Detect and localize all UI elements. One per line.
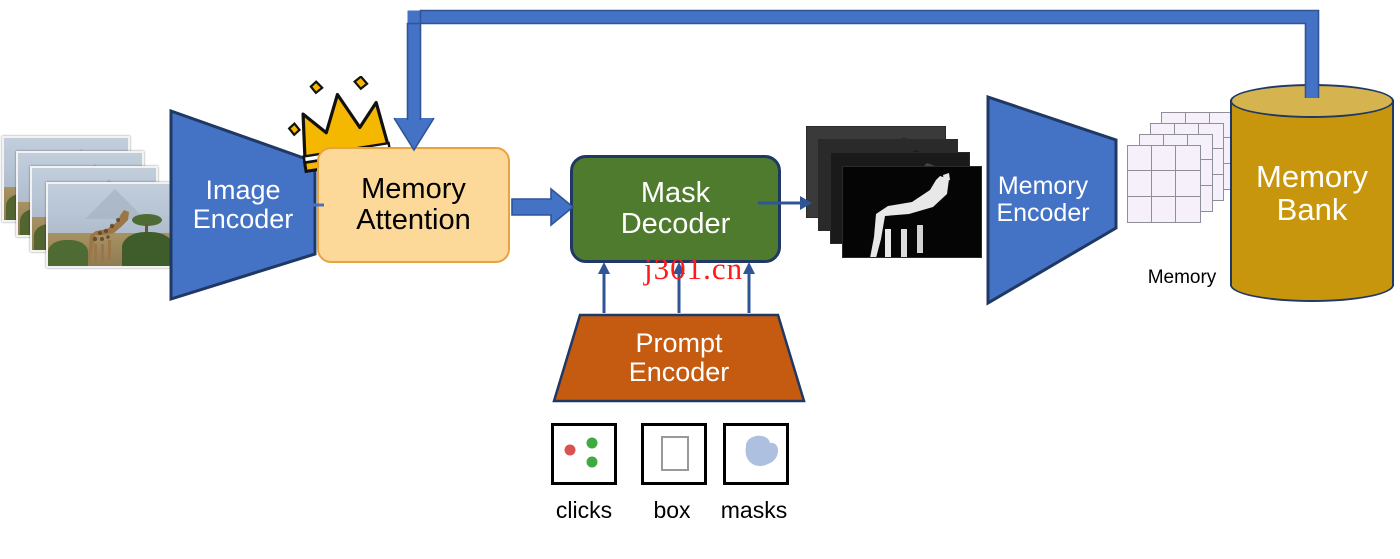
watermark-text: j301.cn (644, 251, 744, 286)
clicks-icon[interactable] (551, 423, 617, 485)
memory-bank-node[interactable]: Memory Bank (1230, 84, 1394, 302)
edge-memory-attention-to-mask-decoder (511, 187, 575, 227)
masks-icon-glyph (745, 435, 779, 466)
mask-output-frame-front (842, 166, 982, 258)
memory-label: Memory (1147, 267, 1217, 288)
memory-grid-front (1127, 145, 1201, 223)
cylinder-top (1230, 84, 1394, 118)
prompt-encoder-node[interactable]: Prompt Encoder (552, 313, 806, 403)
box-icon[interactable] (641, 423, 707, 485)
memory-attention-label: Memory Attention (356, 172, 471, 236)
input-frames (2, 136, 180, 270)
memory-grid-stack (1127, 112, 1235, 224)
clicks-icon-glyph (564, 437, 598, 468)
mask-decoder-label: Mask Decoder (620, 176, 731, 240)
mask-decoder-node[interactable]: Mask Decoder (570, 155, 781, 263)
prompt-encoder-shape (552, 313, 806, 403)
memory-attention-node[interactable]: Memory Attention (317, 147, 510, 263)
cylinder-body (1230, 100, 1394, 286)
masks-icon-label: masks (720, 497, 788, 523)
masks-icon[interactable] (723, 423, 789, 485)
memory-encoder-node[interactable]: Memory Encoder (984, 94, 1120, 306)
input-frame-front (46, 182, 174, 268)
diagram-canvas: Image Encoder Memory Attention Mask Deco… (0, 0, 1400, 559)
box-icon-glyph (661, 436, 689, 471)
memory-encoder-shape (986, 94, 1118, 306)
giraffe-mask (870, 173, 950, 257)
mask-output-frames (806, 126, 982, 262)
